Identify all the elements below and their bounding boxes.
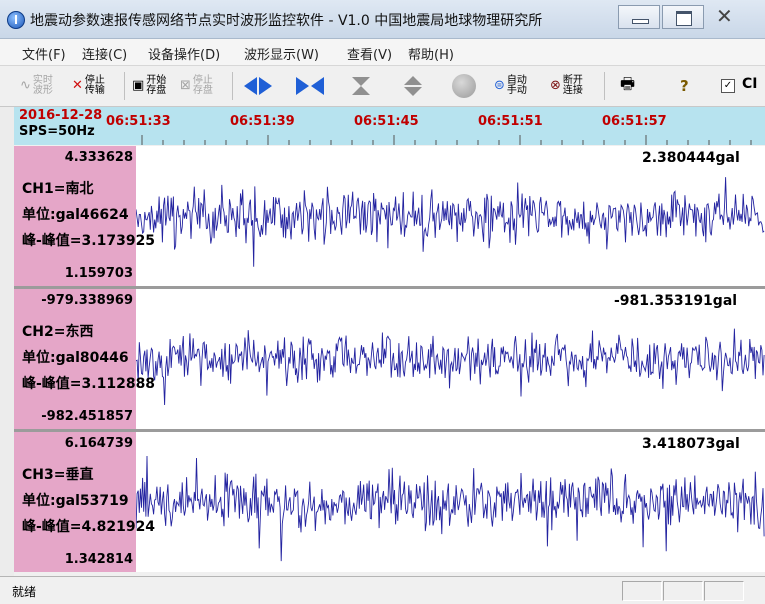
channel-2-max: -979.338969	[41, 293, 133, 308]
arrow-up-icon	[352, 86, 370, 95]
status-pane	[663, 581, 703, 601]
channel-1-info: 4.333628 CH1=南北 单位:gal46624 峰-峰值=3.17392…	[14, 146, 155, 286]
channel-3-name: CH3=垂直	[22, 467, 94, 483]
ci-checkbox-label: CI	[742, 76, 758, 92]
channel-1-current-value: 2.380444gal	[642, 150, 740, 166]
disk-x-icon: ⊠	[180, 78, 191, 93]
channel-1-plot[interactable]: 4.333628 CH1=南北 单位:gal46624 峰-峰值=3.17392…	[14, 146, 765, 286]
channel-3-max: 6.164739	[64, 436, 133, 451]
channel-2-min: -982.451857	[41, 409, 133, 424]
channel-1-max: 4.333628	[64, 150, 133, 165]
auto-manual-button[interactable]: ⊜ 自动手动	[494, 71, 529, 101]
channel-2-peak-peak: 峰-峰值=3.112888	[22, 376, 156, 392]
help-icon: ?	[680, 77, 689, 95]
channel-3-plot[interactable]: 6.164739 CH3=垂直 单位:gal53719 峰-峰值=4.82192…	[14, 432, 765, 572]
maximize-icon	[676, 11, 692, 26]
time-axis-ticks	[141, 135, 752, 145]
app-window: 地震动参数速报传感网络节点实时波形监控软件 - V1.0 中国地震局地球物理研究…	[0, 0, 765, 604]
menu-file[interactable]: 文件(F)	[22, 44, 66, 63]
circle-icon	[452, 74, 476, 98]
toolbar-separator	[124, 72, 125, 100]
auto-icon: ⊜	[494, 78, 505, 93]
expand-horizontal-button[interactable]	[244, 71, 272, 101]
window-title: 地震动参数速报传感网络节点实时波形监控软件 - V1.0 中国地震局地球物理研究…	[30, 13, 543, 29]
left-margin	[0, 107, 14, 576]
realtime-wave-button[interactable]: ∿ 实时波形	[20, 71, 55, 101]
expand-vertical-button[interactable]	[404, 71, 422, 101]
menu-bar: 文件(F) 连接(C) 设备操作(D) 波形显示(W) 查看(V) 帮助(H)	[0, 39, 765, 66]
arrow-left-icon	[244, 77, 257, 95]
print-button[interactable]: 🖶	[620, 71, 635, 101]
toolbar-separator	[232, 72, 233, 100]
printer-icon: 🖶	[620, 73, 636, 93]
channel-2-unit: 单位:gal80446	[22, 350, 129, 366]
title-bar: 地震动参数速报传感网络节点实时波形监控软件 - V1.0 中国地震局地球物理研究…	[0, 0, 765, 39]
stop-x-icon: ✕	[72, 78, 83, 93]
help-button[interactable]: ?	[680, 71, 689, 101]
channel-2-plot[interactable]: -979.338969 CH2=东西 单位:gal80446 峰-峰值=3.11…	[14, 289, 765, 429]
disk-icon: ▣	[132, 78, 145, 93]
disconnect-icon: ⊗	[550, 78, 561, 93]
status-pane	[704, 581, 744, 601]
waveform-trace	[135, 455, 765, 562]
channel-2-current-value: -981.353191gal	[614, 293, 738, 309]
channel-3-min: 1.342814	[64, 552, 133, 567]
status-text: 就绪	[12, 585, 37, 599]
channel-3-info: 6.164739 CH3=垂直 单位:gal53719 峰-峰值=4.82192…	[14, 432, 155, 572]
channel-1-name: CH1=南北	[22, 181, 94, 197]
stop-save-button[interactable]: ⊠ 停止存盘	[180, 71, 215, 101]
waveform-trace	[135, 328, 765, 406]
waveform-trace	[135, 177, 765, 267]
wave-icon: ∿	[20, 78, 31, 93]
shrink-vertical-button[interactable]	[352, 71, 370, 101]
channel-3-peak-peak: 峰-峰值=4.821924	[22, 519, 156, 535]
time-axis: 2016-12-28 SPS=50Hz 06:51:33 06:51:39 06…	[14, 107, 765, 145]
channel-2-name: CH2=东西	[22, 324, 94, 340]
channel-2-info: -979.338969 CH2=东西 单位:gal80446 峰-峰值=3.11…	[14, 289, 155, 429]
stop-transfer-button[interactable]: ✕ 停止传输	[72, 71, 107, 101]
disconnect-button[interactable]: ⊗ 断开连接	[550, 71, 585, 101]
maximize-button[interactable]	[662, 5, 704, 29]
start-save-button[interactable]: ▣ 开始存盘	[132, 71, 168, 101]
arrow-down-icon	[404, 87, 422, 96]
ci-checkbox[interactable]: ✓	[721, 79, 735, 93]
toolbar-separator	[604, 72, 605, 100]
minimize-icon	[632, 19, 649, 24]
close-button[interactable]: ✕	[716, 4, 733, 28]
arrow-up-icon	[404, 76, 422, 85]
menu-device[interactable]: 设备操作(D)	[148, 44, 220, 63]
menu-help[interactable]: 帮助(H)	[408, 44, 454, 63]
shrink-horizontal-button[interactable]	[296, 71, 324, 101]
menu-waveform[interactable]: 波形显示(W)	[244, 44, 319, 63]
channel-1-unit: 单位:gal46624	[22, 207, 129, 223]
menu-view[interactable]: 查看(V)	[347, 44, 392, 63]
arrow-down-icon	[352, 77, 370, 86]
app-info-icon	[7, 11, 25, 29]
record-button[interactable]	[452, 71, 476, 101]
arrow-right-icon	[296, 77, 309, 95]
status-bar: 就绪	[0, 576, 765, 604]
channel-1-min: 1.159703	[64, 266, 133, 281]
toolbar: ∿ 实时波形 ✕ 停止传输 ▣ 开始存盘 ⊠ 停止存盘 ⊜ 自动手动 ⊗ 断开连…	[0, 66, 765, 107]
arrow-right-icon	[259, 77, 272, 95]
minimize-button[interactable]	[618, 5, 660, 29]
channel-1-peak-peak: 峰-峰值=3.173925	[22, 233, 156, 249]
menu-connect[interactable]: 连接(C)	[82, 44, 127, 63]
arrow-left-icon	[311, 77, 324, 95]
channel-3-current-value: 3.418073gal	[642, 436, 740, 452]
status-pane	[622, 581, 662, 601]
channel-3-unit: 单位:gal53719	[22, 493, 129, 509]
